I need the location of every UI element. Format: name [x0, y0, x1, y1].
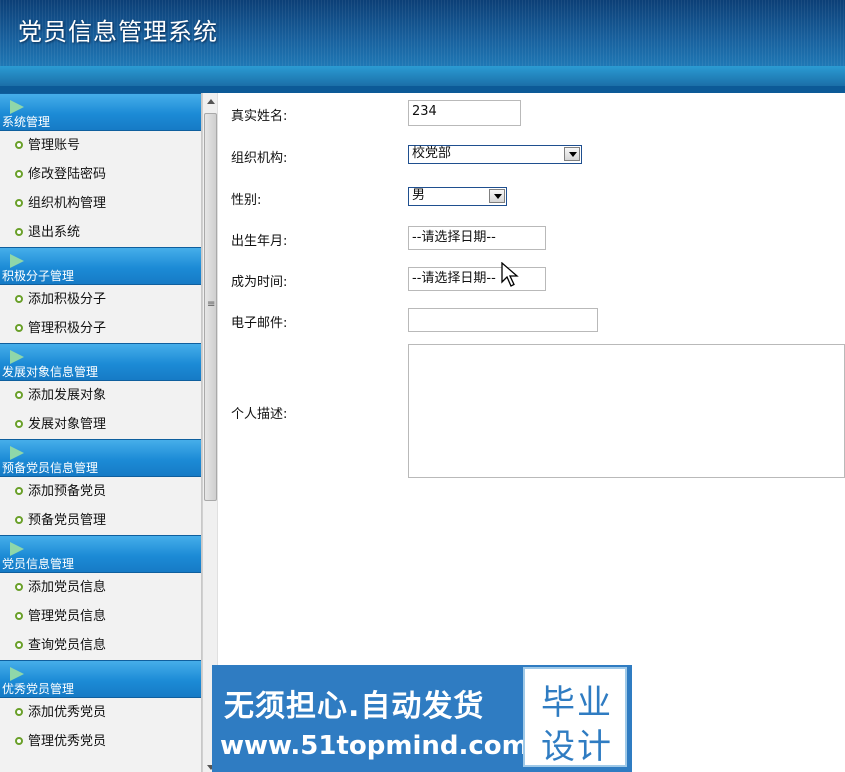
- banner-badge: 毕业 设计: [523, 667, 627, 767]
- banner-url: www.51topmind.com: [220, 731, 529, 761]
- bullet-icon: [15, 612, 23, 620]
- sidebar-section-excellent[interactable]: 优秀党员管理: [0, 660, 201, 698]
- app-title: 党员信息管理系统: [18, 18, 218, 46]
- gender-label: 性别:: [231, 193, 262, 208]
- sidebar-item-label: 管理账号: [28, 138, 81, 153]
- sidebar-section-candidates[interactable]: 发展对象信息管理: [0, 343, 201, 381]
- bullet-icon: [15, 420, 23, 428]
- birth-label: 出生年月:: [231, 234, 288, 249]
- play-arrow-icon: [10, 254, 24, 268]
- sidebar-item-manage-account[interactable]: 管理账号: [0, 131, 201, 160]
- bullet-icon: [15, 324, 23, 332]
- join-date-input[interactable]: --请选择日期--: [408, 267, 546, 291]
- description-textarea[interactable]: [408, 344, 845, 478]
- header-banner: 党员信息管理系统: [0, 0, 845, 93]
- app-window: 党员信息管理系统 系统管理 管理账号 修改登陆密码 组织机构管理 退出系统 积极…: [0, 0, 845, 772]
- sidebar-section-title: 发展对象信息管理: [2, 365, 99, 379]
- chevron-down-icon: [569, 152, 577, 157]
- sidebar-item-manage-member[interactable]: 管理党员信息: [0, 602, 201, 631]
- banner-slogan: 无须担心.自动发货: [224, 689, 485, 724]
- sidebar-section-title: 党员信息管理: [2, 557, 75, 571]
- sidebar-item-manage-candidate[interactable]: 发展对象管理: [0, 410, 201, 439]
- sidebar-section-activists[interactable]: 积极分子管理: [0, 247, 201, 285]
- description-label: 个人描述:: [231, 407, 288, 422]
- sidebar-item-add-activist[interactable]: 添加积极分子: [0, 285, 201, 314]
- real-name-input[interactable]: 234: [408, 100, 521, 126]
- play-arrow-icon: [10, 542, 24, 556]
- header-band: [0, 66, 845, 86]
- bullet-icon: [15, 199, 23, 207]
- join-date-label: 成为时间:: [231, 275, 288, 290]
- sidebar-section-system[interactable]: 系统管理: [0, 93, 201, 131]
- sidebar-item-label: 修改登陆密码: [28, 167, 107, 182]
- birth-date-input[interactable]: --请选择日期--: [408, 226, 546, 250]
- sidebar-item-add-candidate[interactable]: 添加发展对象: [0, 381, 201, 410]
- gender-select-value: 男: [412, 188, 426, 203]
- org-label: 组织机构:: [231, 151, 288, 166]
- sidebar-item-label: 添加发展对象: [28, 388, 107, 403]
- sidebar-item-label: 管理党员信息: [28, 609, 107, 624]
- sidebar-item-label: 组织机构管理: [28, 196, 107, 211]
- sidebar-section-title: 优秀党员管理: [2, 682, 75, 696]
- sidebar-section-members[interactable]: 党员信息管理: [0, 535, 201, 573]
- sidebar-item-label: 查询党员信息: [28, 638, 107, 653]
- sidebar-item-query-member[interactable]: 查询党员信息: [0, 631, 201, 660]
- real-name-label: 真实姓名:: [231, 109, 288, 124]
- sidebar-item-label: 管理优秀党员: [28, 734, 107, 749]
- badge-text-top: 毕业: [541, 683, 613, 723]
- sidebar-section-title: 系统管理: [2, 115, 51, 129]
- sidebar-item-add-probationary[interactable]: 添加预备党员: [0, 477, 201, 506]
- bullet-icon: [15, 391, 23, 399]
- play-arrow-icon: [10, 667, 24, 681]
- sidebar: 系统管理 管理账号 修改登陆密码 组织机构管理 退出系统 积极分子管理 添加积极…: [0, 93, 202, 772]
- sidebar-item-label: 管理积极分子: [28, 321, 107, 336]
- sidebar-section-title: 预备党员信息管理: [2, 461, 99, 475]
- badge-text-bottom: 设计: [541, 727, 613, 767]
- gender-select[interactable]: 男: [408, 187, 507, 206]
- scroll-up-arrow-icon[interactable]: [207, 99, 215, 104]
- sidebar-item-label: 预备党员管理: [28, 513, 107, 528]
- sidebar-item-logout[interactable]: 退出系统: [0, 218, 201, 247]
- bullet-icon: [15, 516, 23, 524]
- scrollbar-thumb[interactable]: ≡: [204, 113, 217, 501]
- mouse-cursor-icon: [501, 262, 519, 287]
- sidebar-section-probationary[interactable]: 预备党员信息管理: [0, 439, 201, 477]
- bullet-icon: [15, 228, 23, 236]
- org-select-value: 校党部: [412, 146, 452, 161]
- play-arrow-icon: [10, 100, 24, 114]
- sidebar-item-manage-activist[interactable]: 管理积极分子: [0, 314, 201, 343]
- sidebar-item-change-password[interactable]: 修改登陆密码: [0, 160, 201, 189]
- header-bottom-line: [0, 86, 845, 93]
- sidebar-item-add-excellent[interactable]: 添加优秀党员: [0, 698, 201, 727]
- sidebar-item-label: 添加党员信息: [28, 580, 107, 595]
- bullet-icon: [15, 737, 23, 745]
- bullet-icon: [15, 295, 23, 303]
- bullet-icon: [15, 708, 23, 716]
- email-label: 电子邮件:: [231, 316, 288, 331]
- sidebar-item-manage-probationary[interactable]: 预备党员管理: [0, 506, 201, 535]
- sidebar-item-label: 退出系统: [28, 225, 81, 240]
- sidebar-item-label: 发展对象管理: [28, 417, 107, 432]
- chevron-down-icon: [494, 194, 502, 199]
- sidebar-item-label: 添加积极分子: [28, 292, 107, 307]
- watermark-banner: 无须担心.自动发货 www.51topmind.com 毕业 设计: [212, 665, 632, 772]
- bullet-icon: [15, 583, 23, 591]
- org-select[interactable]: 校党部: [408, 145, 582, 164]
- bullet-icon: [15, 641, 23, 649]
- play-arrow-icon: [10, 446, 24, 460]
- sidebar-item-add-member[interactable]: 添加党员信息: [0, 573, 201, 602]
- scroll-grip-icon: ≡: [207, 299, 216, 310]
- bullet-icon: [15, 170, 23, 178]
- sidebar-item-org-management[interactable]: 组织机构管理: [0, 189, 201, 218]
- sidebar-item-manage-excellent[interactable]: 管理优秀党员: [0, 727, 201, 756]
- gender-select-dropdown-button[interactable]: [489, 189, 505, 203]
- sidebar-item-label: 添加优秀党员: [28, 705, 107, 720]
- sidebar-section-title: 积极分子管理: [2, 269, 75, 283]
- sidebar-item-label: 添加预备党员: [28, 484, 107, 499]
- email-input[interactable]: [408, 308, 598, 332]
- org-select-dropdown-button[interactable]: [564, 147, 580, 161]
- bullet-icon: [15, 487, 23, 495]
- play-arrow-icon: [10, 350, 24, 364]
- bullet-icon: [15, 141, 23, 149]
